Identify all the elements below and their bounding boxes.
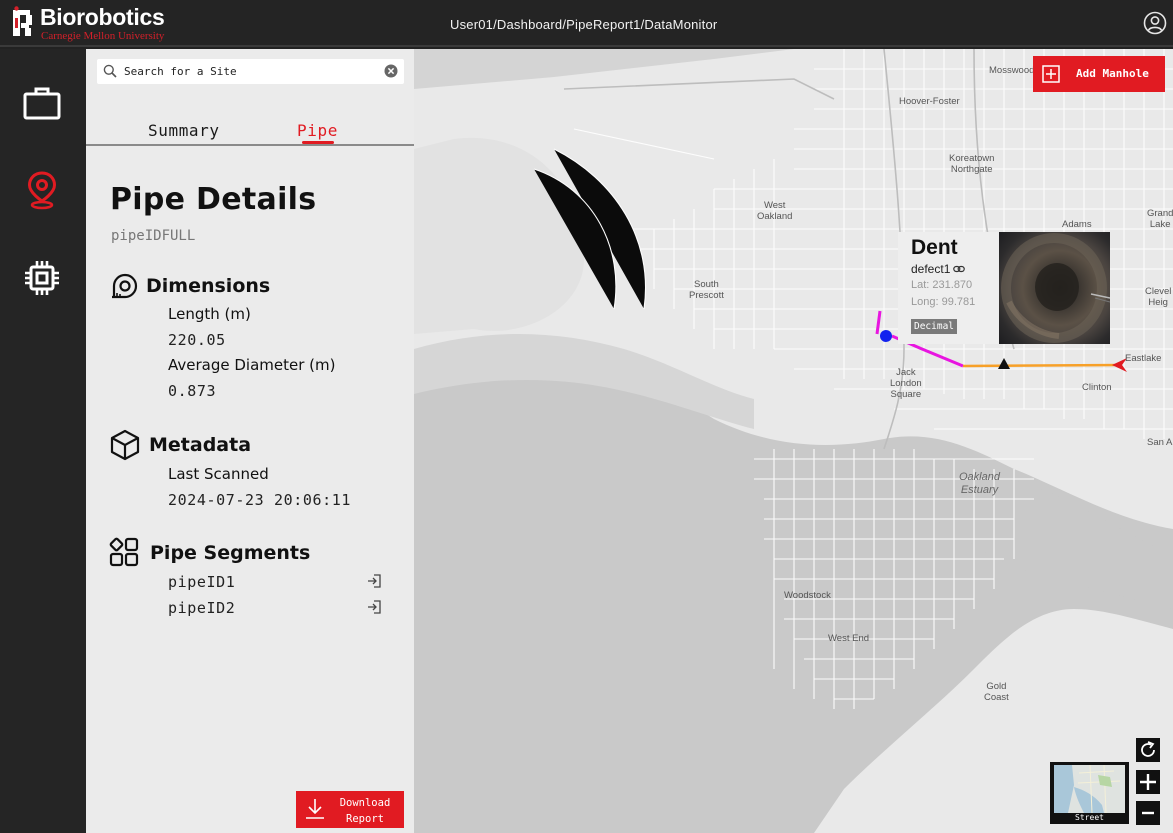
map-label: South Prescott xyxy=(689,279,724,301)
map-label-line: West xyxy=(763,200,786,211)
tab-summary[interactable]: Summary xyxy=(148,121,220,140)
diameter-value: 0.873 xyxy=(168,382,217,400)
decimal-toggle-button[interactable]: Decimal xyxy=(911,319,957,334)
briefcase-icon[interactable] xyxy=(22,83,62,123)
clear-search-icon[interactable] xyxy=(384,64,398,78)
minus-icon xyxy=(1142,811,1154,815)
basemap-switcher[interactable]: Street xyxy=(1050,762,1129,824)
defect-popup[interactable]: Dent defect1 Lat: 231.870 Long: 99.781 D… xyxy=(898,232,1110,344)
download-label-line1: Download xyxy=(339,797,391,809)
metadata-heading: Metadata xyxy=(149,434,252,456)
map-label-line: Clevel xyxy=(1145,286,1172,297)
map-label-line: Gold xyxy=(986,681,1007,692)
panel-tabs: Summary Pipe xyxy=(86,121,414,146)
pipe-details-panel: Summary Pipe Pipe Details pipeIDFULL Dim… xyxy=(86,49,414,833)
map-label: San A xyxy=(1147,437,1173,448)
search-bar xyxy=(97,59,404,84)
box-icon xyxy=(110,429,140,461)
search-input[interactable] xyxy=(124,62,382,81)
map-pin-icon[interactable] xyxy=(22,170,62,210)
pipe-interior-image xyxy=(1001,233,1110,343)
map-label: Gold Coast xyxy=(984,681,1009,703)
logo-subtitle: Carnegie Mellon University xyxy=(41,30,165,42)
link-icon[interactable] xyxy=(953,263,965,275)
defect-title: Dent xyxy=(911,236,958,259)
map-label-line: Coast xyxy=(984,692,1009,703)
map-label: Clinton xyxy=(1082,382,1112,393)
diameter-label: Average Diameter (m) xyxy=(168,356,336,374)
map-label: Eastlake xyxy=(1125,353,1162,364)
length-label: Length (m) xyxy=(168,305,251,323)
zoom-out-button[interactable] xyxy=(1136,801,1160,825)
map-label: Adams xyxy=(1062,219,1092,230)
tab-pipe[interactable]: Pipe xyxy=(297,121,338,140)
download-icon xyxy=(306,799,324,819)
download-report-label: Download Report xyxy=(329,795,401,827)
map-label: Mosswood xyxy=(989,65,1035,76)
last-scanned-value: 2024-07-23 20:06:11 xyxy=(168,491,351,509)
defect-photo[interactable] xyxy=(999,232,1110,344)
defect-latitude: Lat: 231.870 xyxy=(911,279,973,291)
chip-icon[interactable] xyxy=(22,258,62,298)
map-label: Grand Lake xyxy=(1147,208,1173,230)
map-label: Koreatown Northgate xyxy=(949,153,994,175)
map-label-line: Grand xyxy=(1147,208,1173,219)
map-label-line: London xyxy=(890,378,922,389)
nav-rail xyxy=(0,49,86,833)
zoom-in-button[interactable] xyxy=(1136,770,1160,794)
open-segment-icon[interactable] xyxy=(367,600,381,614)
street-basemap-thumbnail xyxy=(1054,765,1125,813)
minimap-label: Street xyxy=(1075,813,1104,822)
open-segment-icon[interactable] xyxy=(367,574,381,588)
map-label-line: Prescott xyxy=(689,290,724,301)
active-tab-indicator xyxy=(302,141,334,144)
map-label: West Oakland xyxy=(757,200,792,222)
map-label-line: Lake xyxy=(1149,219,1171,230)
plus-icon xyxy=(1140,774,1156,790)
refresh-icon xyxy=(1141,741,1155,757)
map-label: West End xyxy=(828,633,870,644)
reset-rotation-button[interactable] xyxy=(1136,738,1160,762)
length-value: 220.05 xyxy=(168,331,226,349)
map-label-line: Northgate xyxy=(950,164,993,175)
defect-longitude: Long: 99.781 xyxy=(911,296,976,308)
pipe-segments-heading: Pipe Segments xyxy=(150,542,311,564)
map-view[interactable]: Mosswood Hoover-Foster Koreatown Northgat… xyxy=(414,49,1173,833)
map-label: Woodstock xyxy=(784,590,831,601)
water-label: Oakland Estuary xyxy=(959,471,1000,497)
pipe-segment-item[interactable]: pipeID1 xyxy=(168,573,235,591)
page-title: Pipe Details xyxy=(110,182,317,217)
download-label-line2: Report xyxy=(346,813,384,825)
search-icon xyxy=(103,64,117,78)
map-base-layer xyxy=(414,49,1173,833)
dimensions-heading: Dimensions xyxy=(146,275,271,297)
top-bar: Biorobotics Carnegie Mellon University U… xyxy=(0,0,1173,47)
map-label: Jack London Square xyxy=(890,367,922,400)
tape-measure-icon xyxy=(112,273,138,299)
water-label-line: Estuary xyxy=(960,484,999,496)
map-label-line: Square xyxy=(890,389,922,400)
defect-id: defect1 xyxy=(911,262,951,276)
segments-icon xyxy=(109,537,139,567)
last-scanned-label: Last Scanned xyxy=(168,465,269,483)
map-label-line: Jack xyxy=(896,367,916,378)
user-account-icon[interactable] xyxy=(1143,11,1167,35)
logo[interactable]: Biorobotics Carnegie Mellon University xyxy=(12,4,182,42)
pipe-id: pipeIDFULL xyxy=(111,228,196,244)
download-report-button[interactable]: Download Report xyxy=(296,791,404,828)
water-label-line: Oakland xyxy=(959,471,1000,483)
pipe-segment-item[interactable]: pipeID2 xyxy=(168,599,235,617)
add-manhole-button[interactable]: Add Manhole xyxy=(1033,56,1165,92)
map-label-line: Oakland xyxy=(757,211,793,222)
map-label-line: Heig xyxy=(1148,297,1168,308)
map-label: Hoover-Foster xyxy=(899,96,960,107)
map-label-line: South xyxy=(694,279,719,290)
add-manhole-label: Add Manhole xyxy=(1076,67,1149,80)
map-label: Clevel Heig xyxy=(1145,286,1171,308)
map-label-line: Koreatown xyxy=(949,153,995,164)
biorobotics-logo-icon xyxy=(13,6,32,36)
breadcrumb[interactable]: User01/Dashboard/PipeReport1/DataMonitor xyxy=(450,17,717,32)
logo-name: Biorobotics xyxy=(40,4,165,30)
add-square-icon xyxy=(1042,65,1060,83)
